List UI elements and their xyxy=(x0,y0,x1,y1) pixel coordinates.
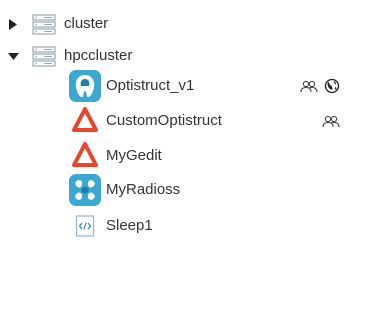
app-item-myradioss[interactable]: MyRadioss xyxy=(0,174,365,206)
tree-node-label[interactable]: hpccluster xyxy=(64,46,132,66)
app-item-sleep1[interactable]: Sleep1 xyxy=(0,210,365,240)
users-icon xyxy=(322,114,340,128)
tree-node-label[interactable]: cluster xyxy=(64,14,108,34)
radioss-app-icon xyxy=(69,174,101,206)
server-rack-icon xyxy=(32,44,56,68)
app-item-label[interactable]: Sleep1 xyxy=(106,216,153,236)
altair-logo-icon xyxy=(70,105,100,135)
globe-icon xyxy=(324,78,340,94)
app-item-label[interactable]: Optistruct_v1 xyxy=(106,76,194,96)
users-icon xyxy=(300,79,318,93)
app-item-optistruct-v1[interactable]: Optistruct_v1 xyxy=(0,70,365,102)
script-file-icon xyxy=(75,215,95,237)
server-rack-icon xyxy=(32,12,56,36)
optistruct-app-icon xyxy=(69,70,101,102)
app-item-customoptistruct[interactable]: CustomOptistruct xyxy=(0,105,365,135)
caret-down-icon[interactable] xyxy=(6,49,20,63)
tree-node-cluster[interactable]: cluster xyxy=(0,9,200,39)
altair-logo-icon xyxy=(70,140,100,170)
app-item-label[interactable]: MyRadioss xyxy=(106,180,180,200)
app-item-label[interactable]: CustomOptistruct xyxy=(106,111,222,131)
caret-right-icon[interactable] xyxy=(6,17,20,31)
app-item-mygedit[interactable]: MyGedit xyxy=(0,140,365,170)
tree-node-hpccluster[interactable]: hpccluster xyxy=(0,41,200,71)
app-item-label[interactable]: MyGedit xyxy=(106,146,162,166)
